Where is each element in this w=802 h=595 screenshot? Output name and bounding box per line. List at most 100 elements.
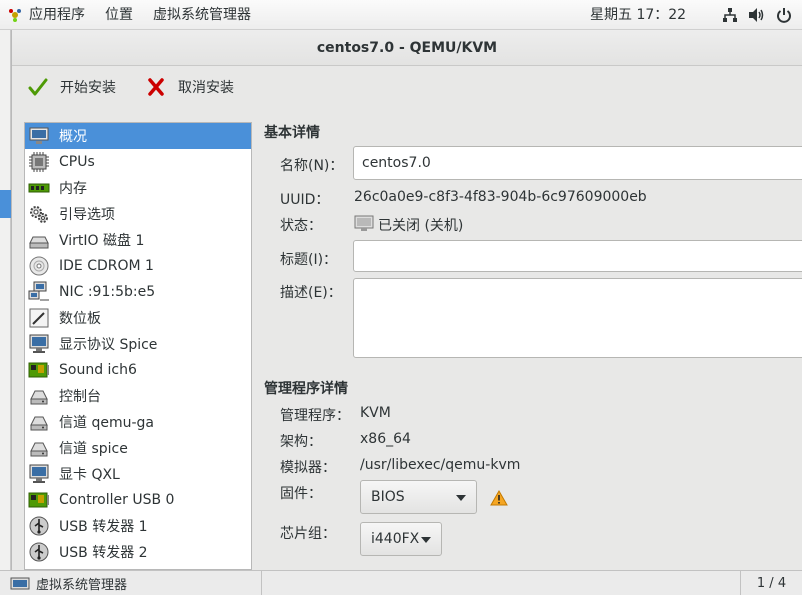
status-label: 状态： — [280, 218, 322, 234]
volume-icon[interactable] — [748, 7, 766, 23]
display-monitor-icon — [29, 334, 49, 353]
virt-manager-icon — [10, 577, 30, 589]
cpu-icon — [29, 152, 49, 172]
name-input[interactable] — [354, 147, 802, 179]
hypervisor-label: 管理程序： — [280, 408, 350, 424]
device-item-usb-redirect-2[interactable]: USB 转发器 2 — [25, 539, 251, 565]
bottom-taskbar: 虚拟系统管理器 1 / 4 — [0, 570, 802, 595]
hypervisor-value: KVM — [360, 405, 391, 421]
status-value: 已关闭 (关机) — [378, 218, 464, 234]
memory-icon — [28, 183, 50, 193]
begin-install-button[interactable]: 开始安装 — [22, 72, 122, 102]
emulator-label: 模拟器： — [280, 460, 336, 476]
device-item-sound[interactable]: Sound ich6 — [25, 357, 251, 383]
top-bar: 应用程序 位置 虚拟系统管理器 星期五 17：22 — [0, 0, 802, 30]
device-item-channel-spice[interactable]: 信道 spice — [25, 435, 251, 461]
device-item-video-qxl[interactable]: 显卡 QXL — [25, 461, 251, 487]
device-item-display-spice[interactable]: 显示协议 Spice — [25, 331, 251, 357]
chipset-dropdown[interactable]: i440FX — [360, 522, 442, 556]
device-item-memory[interactable]: 内存 — [25, 175, 251, 201]
cdrom-icon — [29, 256, 49, 276]
usb-controller-icon — [28, 492, 49, 508]
background-window-edge — [0, 30, 11, 570]
applications-menu[interactable]: 应用程序 — [23, 0, 95, 30]
device-item-usb-controller[interactable]: Controller USB 0 — [25, 487, 251, 513]
title-label: 标题(I)： — [280, 252, 338, 268]
serial-console-icon — [30, 390, 48, 405]
device-item-virtio-disk[interactable]: VirtIO 磁盘 1 — [25, 227, 251, 253]
usb-redirect-icon — [29, 516, 49, 536]
network-status-icon[interactable] — [722, 7, 738, 23]
video-card-icon — [29, 464, 49, 483]
details-panel: 基本详情 名称(N)： UUID： 26c0a0e9-c8f3-4f83-904… — [264, 118, 802, 570]
device-label: USB 转发器 2 — [59, 545, 148, 561]
device-item-overview[interactable]: 概况 — [25, 123, 251, 149]
network-icon — [28, 281, 49, 301]
sound-card-icon — [28, 362, 49, 378]
usb-redirect-icon — [29, 542, 49, 562]
background-selection — [0, 190, 11, 218]
cancel-x-icon — [148, 78, 164, 96]
description-label: 描述(E)： — [280, 285, 342, 301]
taskbar-item-virt-manager[interactable]: 虚拟系统管理器 — [0, 571, 262, 595]
device-label: 信道 spice — [59, 441, 128, 457]
device-label: 显卡 QXL — [59, 467, 120, 483]
cancel-install-button[interactable]: 取消安装 — [140, 72, 240, 102]
taskbar-item-label: 虚拟系统管理器 — [36, 578, 128, 593]
channel-icon — [30, 442, 48, 457]
active-app-menu[interactable]: 虚拟系统管理器 — [143, 0, 261, 30]
device-label: NIC :91:5b:e5 — [59, 284, 156, 300]
places-menu[interactable]: 位置 — [95, 0, 143, 30]
check-icon — [28, 78, 48, 96]
boot-gears-icon — [30, 206, 48, 223]
device-label: VirtIO 磁盘 1 — [59, 233, 145, 249]
name-label: 名称(N)： — [280, 158, 344, 174]
device-item-channel-qemu-ga[interactable]: 信道 qemu-ga — [25, 409, 251, 435]
overview-monitor-icon — [29, 127, 49, 144]
chevron-down-icon — [456, 495, 466, 501]
device-item-console[interactable]: 控制台 — [25, 383, 251, 409]
device-label: CPUs — [59, 154, 95, 170]
device-item-usb-redirect-1[interactable]: USB 转发器 1 — [25, 513, 251, 539]
firmware-selected: BIOS — [371, 489, 405, 505]
chipset-label: 芯片组： — [280, 526, 336, 542]
toolbar: 开始安装 取消安装 — [12, 66, 802, 108]
device-label: USB 转发器 1 — [59, 519, 148, 535]
vm-details-window: centos7.0 - QEMU/KVM 开始安装 取消安装 概况 CPUs 内… — [11, 30, 802, 570]
device-label: Controller USB 0 — [59, 492, 175, 508]
device-label: 控制台 — [59, 389, 101, 405]
device-item-cpus[interactable]: CPUs — [25, 149, 251, 175]
device-label: 信道 qemu-ga — [59, 415, 154, 431]
architecture-label: 架构： — [280, 434, 322, 450]
apps-menu-icon[interactable] — [7, 7, 23, 23]
cancel-install-label: 取消安装 — [178, 80, 234, 96]
workspace-pager[interactable]: 1 / 4 — [740, 571, 802, 595]
emulator-value: /usr/libexec/qemu-kvm — [360, 457, 521, 473]
begin-install-label: 开始安装 — [60, 80, 116, 96]
device-label: Sound ich6 — [59, 362, 137, 378]
device-label: 概况 — [59, 129, 87, 145]
firmware-dropdown[interactable]: BIOS — [360, 480, 477, 514]
device-label: 内存 — [59, 181, 87, 197]
chevron-down-icon — [421, 537, 431, 543]
tablet-icon — [29, 308, 49, 328]
device-item-boot-options[interactable]: 引导选项 — [25, 201, 251, 227]
device-item-nic[interactable]: NIC :91:5b:e5 — [25, 279, 251, 305]
device-item-ide-cdrom[interactable]: IDE CDROM 1 — [25, 253, 251, 279]
title-input[interactable] — [354, 241, 802, 271]
window-title: centos7.0 - QEMU/KVM — [12, 30, 802, 66]
basic-details-heading: 基本详情 — [264, 125, 320, 141]
disk-icon — [29, 236, 49, 249]
device-label: IDE CDROM 1 — [59, 258, 154, 274]
chipset-selected: i440FX — [371, 531, 420, 547]
device-item-tablet[interactable]: 数位板 — [25, 305, 251, 331]
title-field[interactable] — [353, 240, 802, 272]
clock[interactable]: 星期五 17：22 — [590, 0, 686, 30]
hardware-device-list[interactable]: 概况 CPUs 内存 引导选项 VirtIO 磁盘 1 IDE CDROM 1 … — [24, 122, 252, 570]
hypervisor-details-heading: 管理程序详情 — [264, 381, 348, 397]
name-field[interactable] — [353, 146, 802, 180]
device-label: 显示协议 Spice — [59, 337, 158, 353]
power-icon[interactable] — [776, 7, 792, 23]
description-textarea[interactable] — [353, 278, 802, 358]
architecture-value: x86_64 — [360, 431, 411, 447]
